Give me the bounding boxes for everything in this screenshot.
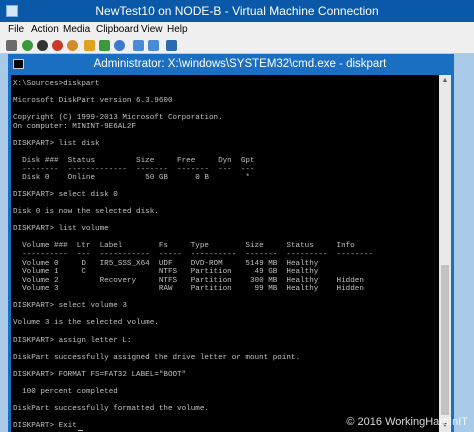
cmd-window-title: Administrator: X:\windows\SYSTEM32\cmd.e… [93, 58, 387, 70]
reset-icon[interactable] [114, 40, 125, 51]
console-line: Disk 0 is now the selected disk. [13, 208, 159, 217]
console-line: DISKPART> list disk [13, 139, 100, 148]
turn-off-icon[interactable] [37, 40, 48, 51]
vm-menubar: File Action Media Clipboard View Help [0, 22, 474, 38]
console-line: DISKPART> Exit [13, 421, 83, 431]
console-line: DISKPART> select volume 3 [13, 302, 127, 311]
cmd-icon [13, 59, 24, 69]
console-line: On computer: MININT-9E6AL2F [13, 122, 137, 131]
shutdown-icon[interactable] [52, 40, 63, 51]
vertical-scrollbar[interactable]: ▲ ▼ [439, 75, 451, 432]
revert-icon[interactable] [148, 40, 159, 51]
watermark: © 2016 WorkingHardInIT [346, 416, 468, 428]
resume-icon[interactable] [99, 40, 110, 51]
console-line: DISKPART> list volume [13, 225, 109, 234]
text-cursor [77, 430, 83, 431]
console-line-text: DISKPART> Exit [13, 422, 77, 430]
console-line: DiskPart successfully formatted the volu… [13, 404, 209, 413]
checkpoint-icon[interactable] [133, 40, 144, 51]
ctrl-alt-del-icon[interactable] [6, 40, 17, 51]
console-line: DiskPart successfully assigned the drive… [13, 353, 301, 362]
vm-window-title: NewTest10 on NODE-B - Virtual Machine Co… [95, 4, 379, 18]
console-line: DISKPART> FORMAT FS=FAT32 LABEL="BOOT" [13, 370, 187, 379]
console-line: Microsoft DiskPart version 6.3.9600 [13, 97, 173, 106]
menu-media[interactable]: Media [63, 24, 90, 36]
vm-toolbar [0, 38, 474, 54]
console-line: Volume 3 is the selected volume. [13, 319, 159, 328]
cmd-titlebar[interactable]: Administrator: X:\windows\SYSTEM32\cmd.e… [8, 54, 454, 75]
cmd-window: Administrator: X:\windows\SYSTEM32\cmd.e… [8, 54, 454, 432]
scroll-thumb[interactable] [441, 265, 449, 415]
menu-clipboard[interactable]: Clipboard [96, 24, 139, 36]
vm-titlebar[interactable]: NewTest10 on NODE-B - Virtual Machine Co… [0, 0, 474, 22]
console-line: DISKPART> select disk 0 [13, 191, 118, 200]
console-line: DISKPART> assign letter L: [13, 336, 132, 345]
console-line: 100 percent completed [13, 387, 118, 396]
console-line: X:\Sources>diskpart [13, 80, 100, 88]
start-icon[interactable] [22, 40, 33, 51]
console-output[interactable]: X:\Sources>diskpart Microsoft DiskPart ve… [11, 75, 439, 432]
pause-icon[interactable] [84, 40, 95, 51]
save-icon[interactable] [67, 40, 78, 51]
console-line: Volume 3 RAW Partition 99 MB Healthy Hid… [13, 285, 364, 294]
menu-help[interactable]: Help [167, 24, 188, 36]
console-line: Disk 0 Online 50 GB 0 B * [13, 174, 250, 183]
menu-action[interactable]: Action [31, 24, 59, 36]
menu-file[interactable]: File [8, 24, 24, 36]
menu-view[interactable]: View [141, 24, 163, 36]
enhanced-session-icon[interactable] [166, 40, 177, 51]
scroll-up-icon[interactable]: ▲ [439, 75, 451, 87]
vm-connection-window: NewTest10 on NODE-B - Virtual Machine Co… [0, 0, 474, 432]
